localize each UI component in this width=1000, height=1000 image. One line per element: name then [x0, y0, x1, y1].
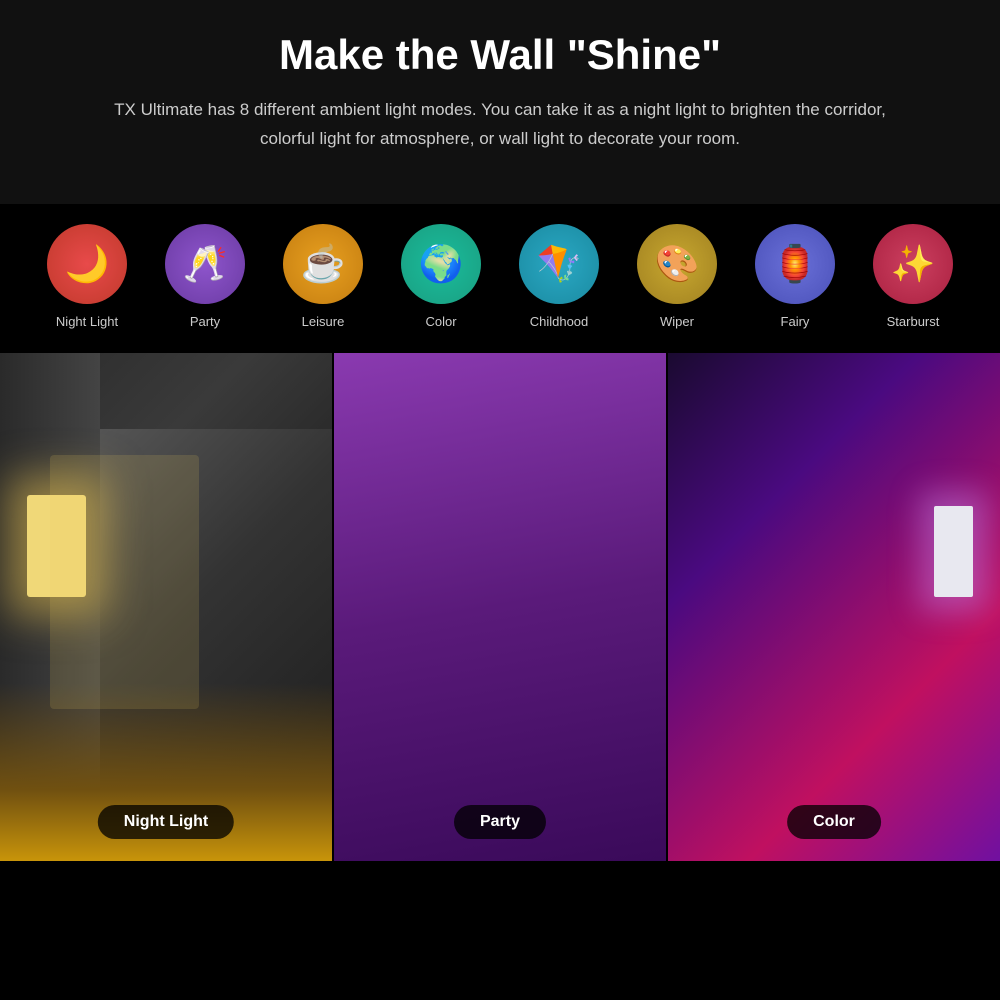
mode-item-starburst[interactable]: ✨ Starburst — [873, 224, 953, 329]
mode-icon-leisure: ☕ — [283, 224, 363, 304]
party-bg — [334, 353, 666, 861]
photo-label-color-photo: Color — [787, 805, 881, 839]
wall-light-box — [27, 495, 87, 597]
mode-label-fairy: Fairy — [781, 314, 810, 329]
mode-icon-wiper: 🎨 — [637, 224, 717, 304]
header-section: Make the Wall "Shine" TX Ultimate has 8 … — [0, 0, 1000, 204]
mode-icon-starburst: ✨ — [873, 224, 953, 304]
modes-row: 🌙 Night Light 🥂 Party ☕ Leisure 🌍 Color 🪁 Childho… — [0, 204, 1000, 353]
mode-item-night-light[interactable]: 🌙 Night Light — [47, 224, 127, 329]
mode-label-party: Party — [190, 314, 220, 329]
color-wall-light — [934, 506, 974, 597]
photo-label-party-photo: Party — [454, 805, 546, 839]
photo-panel-color-photo: Color — [666, 353, 1000, 861]
mode-label-leisure: Leisure — [302, 314, 345, 329]
mode-item-party[interactable]: 🥂 Party — [165, 224, 245, 329]
mode-item-color[interactable]: 🌍 Color — [401, 224, 481, 329]
mode-item-wiper[interactable]: 🎨 Wiper — [637, 224, 717, 329]
mode-label-wiper: Wiper — [660, 314, 694, 329]
color-bg — [668, 353, 1000, 861]
mode-item-childhood[interactable]: 🪁 Childhood — [519, 224, 599, 329]
mode-label-starburst: Starburst — [887, 314, 940, 329]
mode-icon-color: 🌍 — [401, 224, 481, 304]
subtitle: TX Ultimate has 8 different ambient ligh… — [90, 96, 910, 154]
photo-panel-party-photo: Party — [332, 353, 666, 861]
photos-section: Night Light Party Color — [0, 353, 1000, 861]
hallway-sim — [0, 353, 332, 861]
main-title: Make the Wall "Shine" — [60, 30, 940, 80]
mode-icon-party: 🥂 — [165, 224, 245, 304]
mode-label-night-light: Night Light — [56, 314, 118, 329]
mode-icon-childhood: 🪁 — [519, 224, 599, 304]
mode-item-leisure[interactable]: ☕ Leisure — [283, 224, 363, 329]
mode-icon-fairy: 🏮 — [755, 224, 835, 304]
mode-item-fairy[interactable]: 🏮 Fairy — [755, 224, 835, 329]
photo-label-night-light-photo: Night Light — [98, 805, 234, 839]
mode-label-color: Color — [425, 314, 456, 329]
mode-label-childhood: Childhood — [530, 314, 589, 329]
photo-panel-night-light-photo: Night Light — [0, 353, 332, 861]
mode-icon-night-light: 🌙 — [47, 224, 127, 304]
